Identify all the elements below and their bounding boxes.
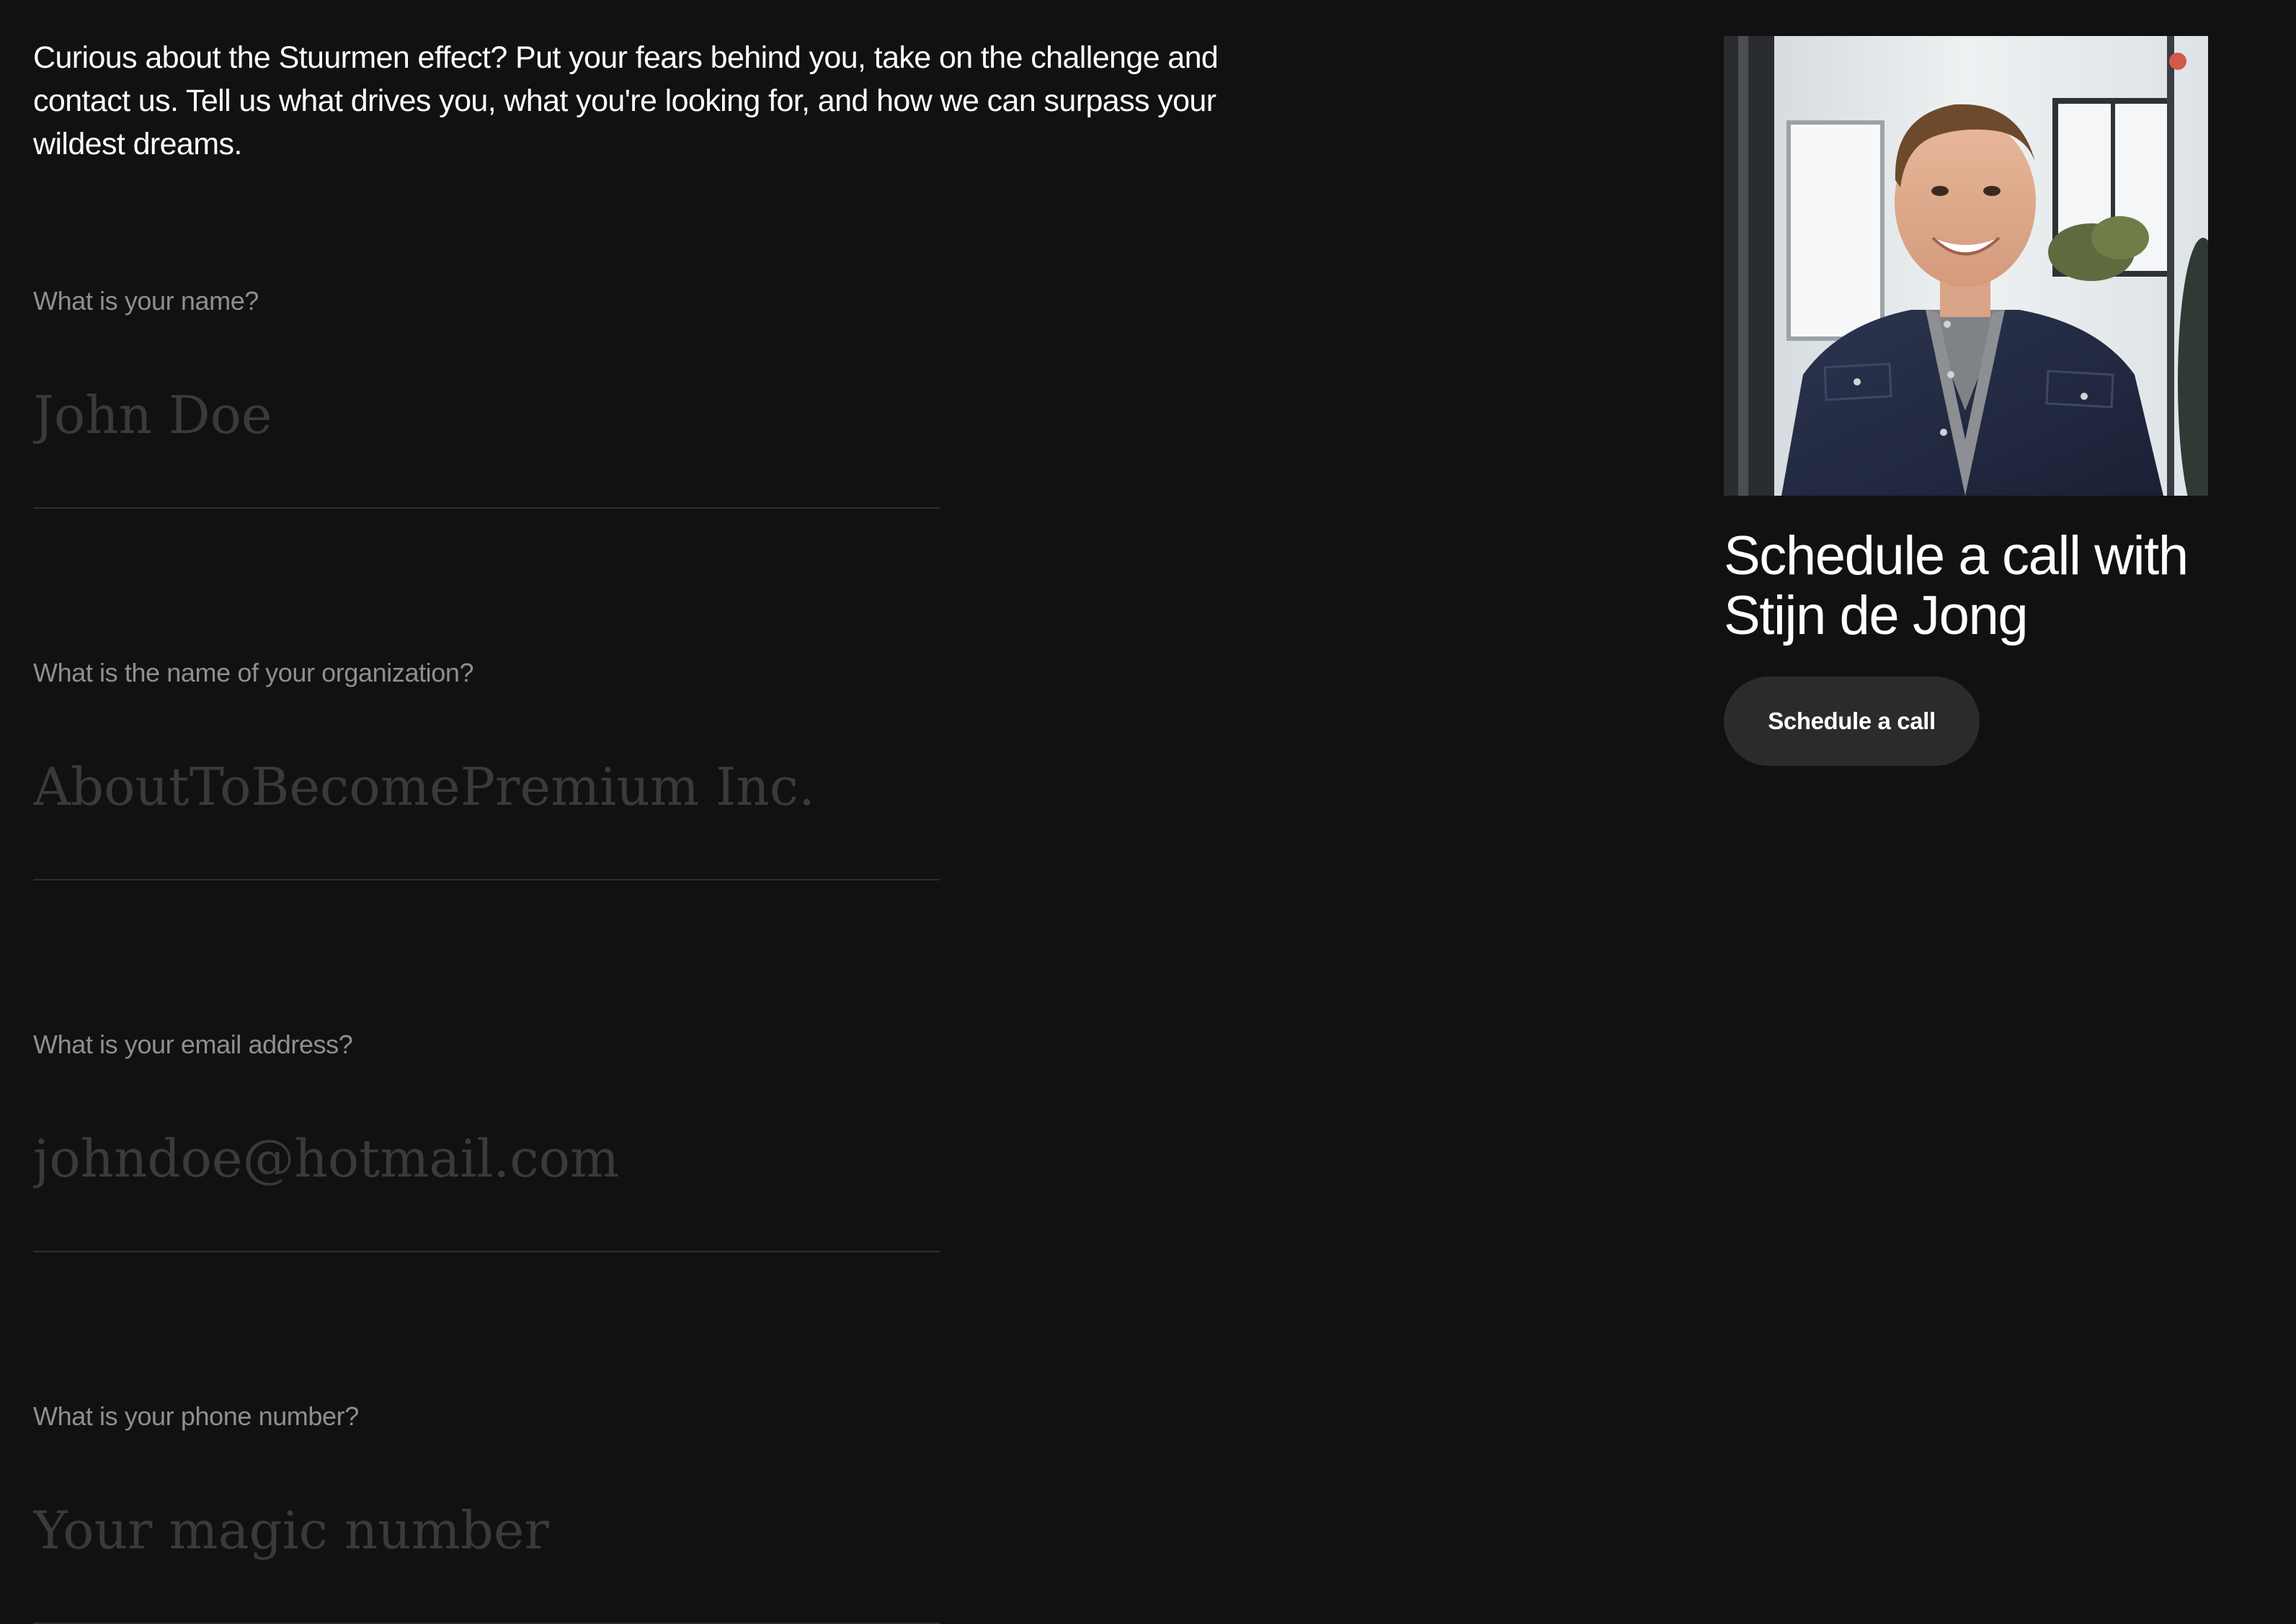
intro-text: Curious about the Stuurmen effect? Put y… [33,40,1219,161]
name-underline [33,507,940,509]
schedule-call-button[interactable]: Schedule a call [1724,677,1980,766]
phone-input[interactable] [33,1491,940,1570]
schedule-call-title: Schedule a call with Stijn de Jong [1724,525,2189,646]
phone-label: What is your phone number? [33,1401,359,1431]
name-label: What is your name? [33,286,259,316]
organization-underline [33,879,940,880]
contact-portrait-image [1724,36,2208,496]
contact-photo [1724,36,2208,496]
organization-label: What is the name of your organization? [33,658,474,687]
email-label: What is your email address? [33,1030,353,1059]
name-input[interactable] [33,375,940,455]
email-underline [33,1251,940,1252]
organization-input[interactable] [33,747,940,826]
email-input[interactable] [33,1119,940,1198]
